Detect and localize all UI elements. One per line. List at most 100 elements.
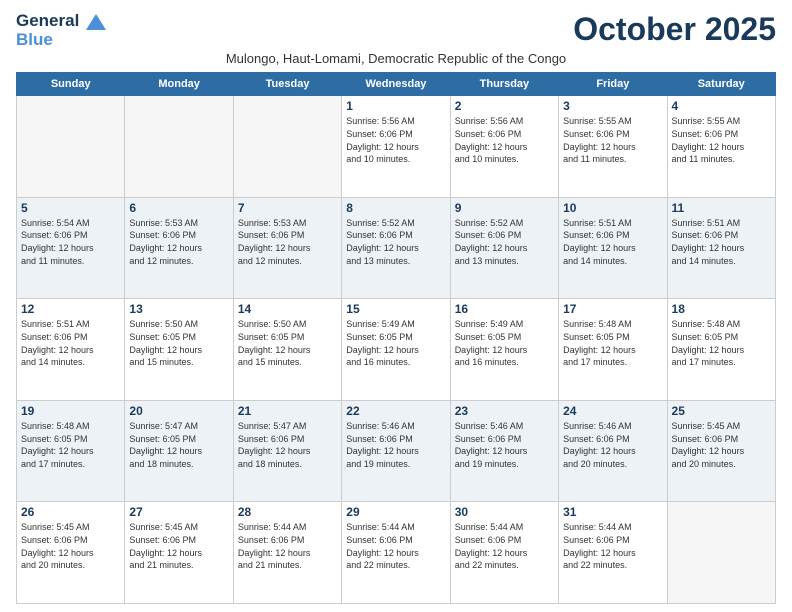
day-info: Sunrise: 5:48 AM Sunset: 6:05 PM Dayligh… [563,318,662,368]
table-row: 1Sunrise: 5:56 AM Sunset: 6:06 PM Daylig… [342,96,450,198]
day-info: Sunrise: 5:55 AM Sunset: 6:06 PM Dayligh… [563,115,662,165]
day-info: Sunrise: 5:54 AM Sunset: 6:06 PM Dayligh… [21,217,120,267]
table-row: 14 Sunrise: 5:50 AM Sunset: 6:05 PM Dayli… [233,299,341,401]
calendar-week-row: 1 Sunrise: 5:56 AM Sunset: 6:06 PM Daylig… [17,96,776,198]
day-number: 7 [238,201,337,215]
day-info: Sunrise: 5:46 AM Sunset: 6:06 PM Dayligh… [455,420,554,470]
table-row [125,96,233,198]
subtitle: Mulongo, Haut-Lomami, Democratic Republi… [16,51,776,66]
day-info: Sunrise: 5:45 AM Sunset: 6:06 PM Dayligh… [129,521,228,571]
day-number: 31 [563,505,662,519]
day-number: 11 [672,201,771,215]
table-row: 26Sunrise: 5:45 AM Sunset: 6:06 PM Dayli… [17,502,125,604]
table-row: 27 Sunrise: 5:45 AM Sunset: 6:06 PM Dayli… [125,502,233,604]
col-sunday: Sunday [17,73,125,96]
table-row: 23 Sunrise: 5:46 AM Sunset: 6:06 PM Dayli… [450,400,558,502]
day-number: 1 [346,99,445,113]
logo-text: General Blue [16,12,106,49]
col-wednesday: Wednesday [342,73,450,96]
day-info: Sunrise: 5:44 AM Sunset: 6:06 PM Dayligh… [346,521,445,571]
day-info: Sunrise: 5:49 AM Sunset: 6:05 PM Dayligh… [346,318,445,368]
day-number: 19 [21,404,120,418]
day-info: Sunrise: 5:55 AM Sunset: 6:06 PM Dayligh… [672,115,771,165]
table-row: 11Sunrise: 5:51 AM Sunset: 6:06 PM Dayli… [667,197,775,299]
col-friday: Friday [559,73,667,96]
day-number: 27 [129,505,228,519]
table-row: 4 Sunrise: 5:55 AM Sunset: 6:06 PM Daylig… [667,96,775,198]
day-info: Sunrise: 5:47 AM Sunset: 6:05 PM Dayligh… [129,420,228,470]
day-info: Sunrise: 5:48 AM Sunset: 6:05 PM Dayligh… [672,318,771,368]
logo: General Blue [16,12,106,49]
day-info: Sunrise: 5:49 AM Sunset: 6:05 PM Dayligh… [455,318,554,368]
table-row [17,96,125,198]
day-number: 20 [129,404,228,418]
day-info: Sunrise: 5:44 AM Sunset: 6:06 PM Dayligh… [455,521,554,571]
title-section: October 2025 [573,12,776,47]
table-row: 16 Sunrise: 5:49 AM Sunset: 6:05 PM Dayli… [450,299,558,401]
day-number: 12 [21,302,120,316]
header: General Blue October 2025 [16,12,776,49]
table-row: 25 Sunrise: 5:45 AM Sunset: 6:06 PM Dayli… [667,400,775,502]
day-info: Sunrise: 5:44 AM Sunset: 6:06 PM Dayligh… [563,521,662,571]
day-info: Sunrise: 5:46 AM Sunset: 6:06 PM Dayligh… [563,420,662,470]
day-number: 25 [672,404,771,418]
table-row [667,502,775,604]
day-number: 26 [21,505,120,519]
calendar-week-row: 26 Sunrise: 5:45 AM Sunset: 6:06 PM Dayli… [17,502,776,604]
col-monday: Monday [125,73,233,96]
day-number: 22 [346,404,445,418]
day-info: Sunrise: 5:50 AM Sunset: 6:05 PM Dayligh… [238,318,337,368]
calendar-table: Sunday Monday Tuesday Wednesday Thursday… [16,72,776,604]
day-number: 18 [672,302,771,316]
day-number: 16 [455,302,554,316]
logo-icon [86,14,106,30]
logo-line2: Blue [16,31,106,50]
table-row: 19Sunrise: 5:48 AM Sunset: 6:05 PM Dayli… [17,400,125,502]
day-number: 29 [346,505,445,519]
col-thursday: Thursday [450,73,558,96]
day-number: 10 [563,201,662,215]
day-number: 24 [563,404,662,418]
month-title: October 2025 [573,12,776,47]
table-row: 3 Sunrise: 5:55 AM Sunset: 6:06 PM Daylig… [559,96,667,198]
table-row: 13 Sunrise: 5:50 AM Sunset: 6:05 PM Dayli… [125,299,233,401]
day-number: 5 [21,201,120,215]
calendar-week-row: 12Sunrise: 5:51 AM Sunset: 6:06 PM Dayli… [17,299,776,401]
day-info: Sunrise: 5:52 AM Sunset: 6:06 PM Dayligh… [455,217,554,267]
day-info: Sunrise: 5:53 AM Sunset: 6:06 PM Dayligh… [238,217,337,267]
table-row: 22 Sunrise: 5:46 AM Sunset: 6:06 PM Dayli… [342,400,450,502]
calendar-header-row: Sunday Monday Tuesday Wednesday Thursday… [17,73,776,96]
day-info: Sunrise: 5:56 AM Sunset: 6:06 PM Dayligh… [455,115,554,165]
day-number: 4 [672,99,771,113]
table-row: 28 Sunrise: 5:44 AM Sunset: 6:06 PM Dayli… [233,502,341,604]
table-row: 9 Sunrise: 5:52 AM Sunset: 6:06 PM Daylig… [450,197,558,299]
day-number: 9 [455,201,554,215]
table-row: 30Sunrise: 5:44 AM Sunset: 6:06 PM Dayli… [450,502,558,604]
table-row: 31 Sunrise: 5:44 AM Sunset: 6:06 PM Dayli… [559,502,667,604]
day-info: Sunrise: 5:46 AM Sunset: 6:06 PM Dayligh… [346,420,445,470]
day-info: Sunrise: 5:53 AM Sunset: 6:06 PM Dayligh… [129,217,228,267]
day-info: Sunrise: 5:45 AM Sunset: 6:06 PM Dayligh… [672,420,771,470]
day-info: Sunrise: 5:44 AM Sunset: 6:06 PM Dayligh… [238,521,337,571]
day-number: 28 [238,505,337,519]
day-number: 23 [455,404,554,418]
day-number: 15 [346,302,445,316]
day-number: 14 [238,302,337,316]
table-row [233,96,341,198]
day-number: 8 [346,201,445,215]
calendar-week-row: 5 Sunrise: 5:54 AM Sunset: 6:06 PM Daylig… [17,197,776,299]
col-saturday: Saturday [667,73,775,96]
table-row: 15 Sunrise: 5:49 AM Sunset: 6:05 PM Dayli… [342,299,450,401]
day-info: Sunrise: 5:51 AM Sunset: 6:06 PM Dayligh… [563,217,662,267]
col-tuesday: Tuesday [233,73,341,96]
table-row: 21 Sunrise: 5:47 AM Sunset: 6:06 PM Dayli… [233,400,341,502]
table-row: 12Sunrise: 5:51 AM Sunset: 6:06 PM Dayli… [17,299,125,401]
day-number: 13 [129,302,228,316]
table-row: 17Sunrise: 5:48 AM Sunset: 6:05 PM Dayli… [559,299,667,401]
day-info: Sunrise: 5:50 AM Sunset: 6:05 PM Dayligh… [129,318,228,368]
day-number: 21 [238,404,337,418]
day-number: 3 [563,99,662,113]
table-row: 8Sunrise: 5:52 AM Sunset: 6:06 PM Daylig… [342,197,450,299]
table-row: 2Sunrise: 5:56 AM Sunset: 6:06 PM Daylig… [450,96,558,198]
day-info: Sunrise: 5:47 AM Sunset: 6:06 PM Dayligh… [238,420,337,470]
